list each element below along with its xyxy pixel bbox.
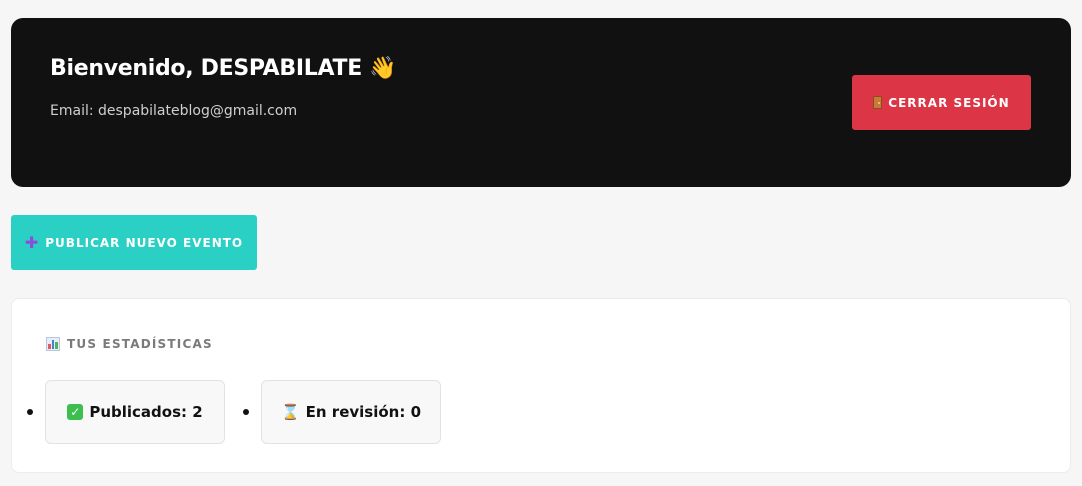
logout-button[interactable]: CERRAR SESIÓN bbox=[852, 75, 1031, 130]
stat-in-review-label: En revisión: 0 bbox=[305, 403, 422, 421]
publish-label: PUBLICAR NUEVO EVENTO bbox=[45, 235, 244, 250]
welcome-greeting: Bienvenido, DESPABILATE bbox=[50, 56, 362, 81]
user-email: Email: despabilateblog@gmail.com bbox=[50, 103, 298, 119]
check-mark-icon: ✓ bbox=[67, 404, 84, 420]
welcome-title: Bienvenido, DESPABILATE 👋 bbox=[50, 56, 397, 81]
logout-label: CERRAR SESIÓN bbox=[888, 95, 1010, 110]
list-bullet bbox=[243, 409, 249, 415]
stat-in-review: ⌛ En revisión: 0 bbox=[261, 380, 441, 444]
publish-event-button[interactable]: ✚ PUBLICAR NUEVO EVENTO bbox=[11, 215, 257, 270]
list-bullet bbox=[27, 409, 33, 415]
stats-title: TUS ESTADÍSTICAS bbox=[67, 337, 213, 351]
stats-card: TUS ESTADÍSTICAS ✓ Publicados: 2 ⌛ En re… bbox=[11, 298, 1071, 473]
welcome-header: Bienvenido, DESPABILATE 👋 Email: despabi… bbox=[11, 18, 1071, 187]
stat-published-label: Publicados: 2 bbox=[89, 403, 203, 421]
wave-icon: 👋 bbox=[369, 56, 397, 81]
hourglass-icon: ⌛ bbox=[280, 402, 300, 421]
door-icon bbox=[873, 96, 883, 109]
plus-icon: ✚ bbox=[24, 232, 40, 252]
stat-published: ✓ Publicados: 2 bbox=[45, 380, 225, 444]
bar-chart-icon bbox=[46, 337, 60, 351]
stats-heading: TUS ESTADÍSTICAS bbox=[46, 337, 213, 351]
